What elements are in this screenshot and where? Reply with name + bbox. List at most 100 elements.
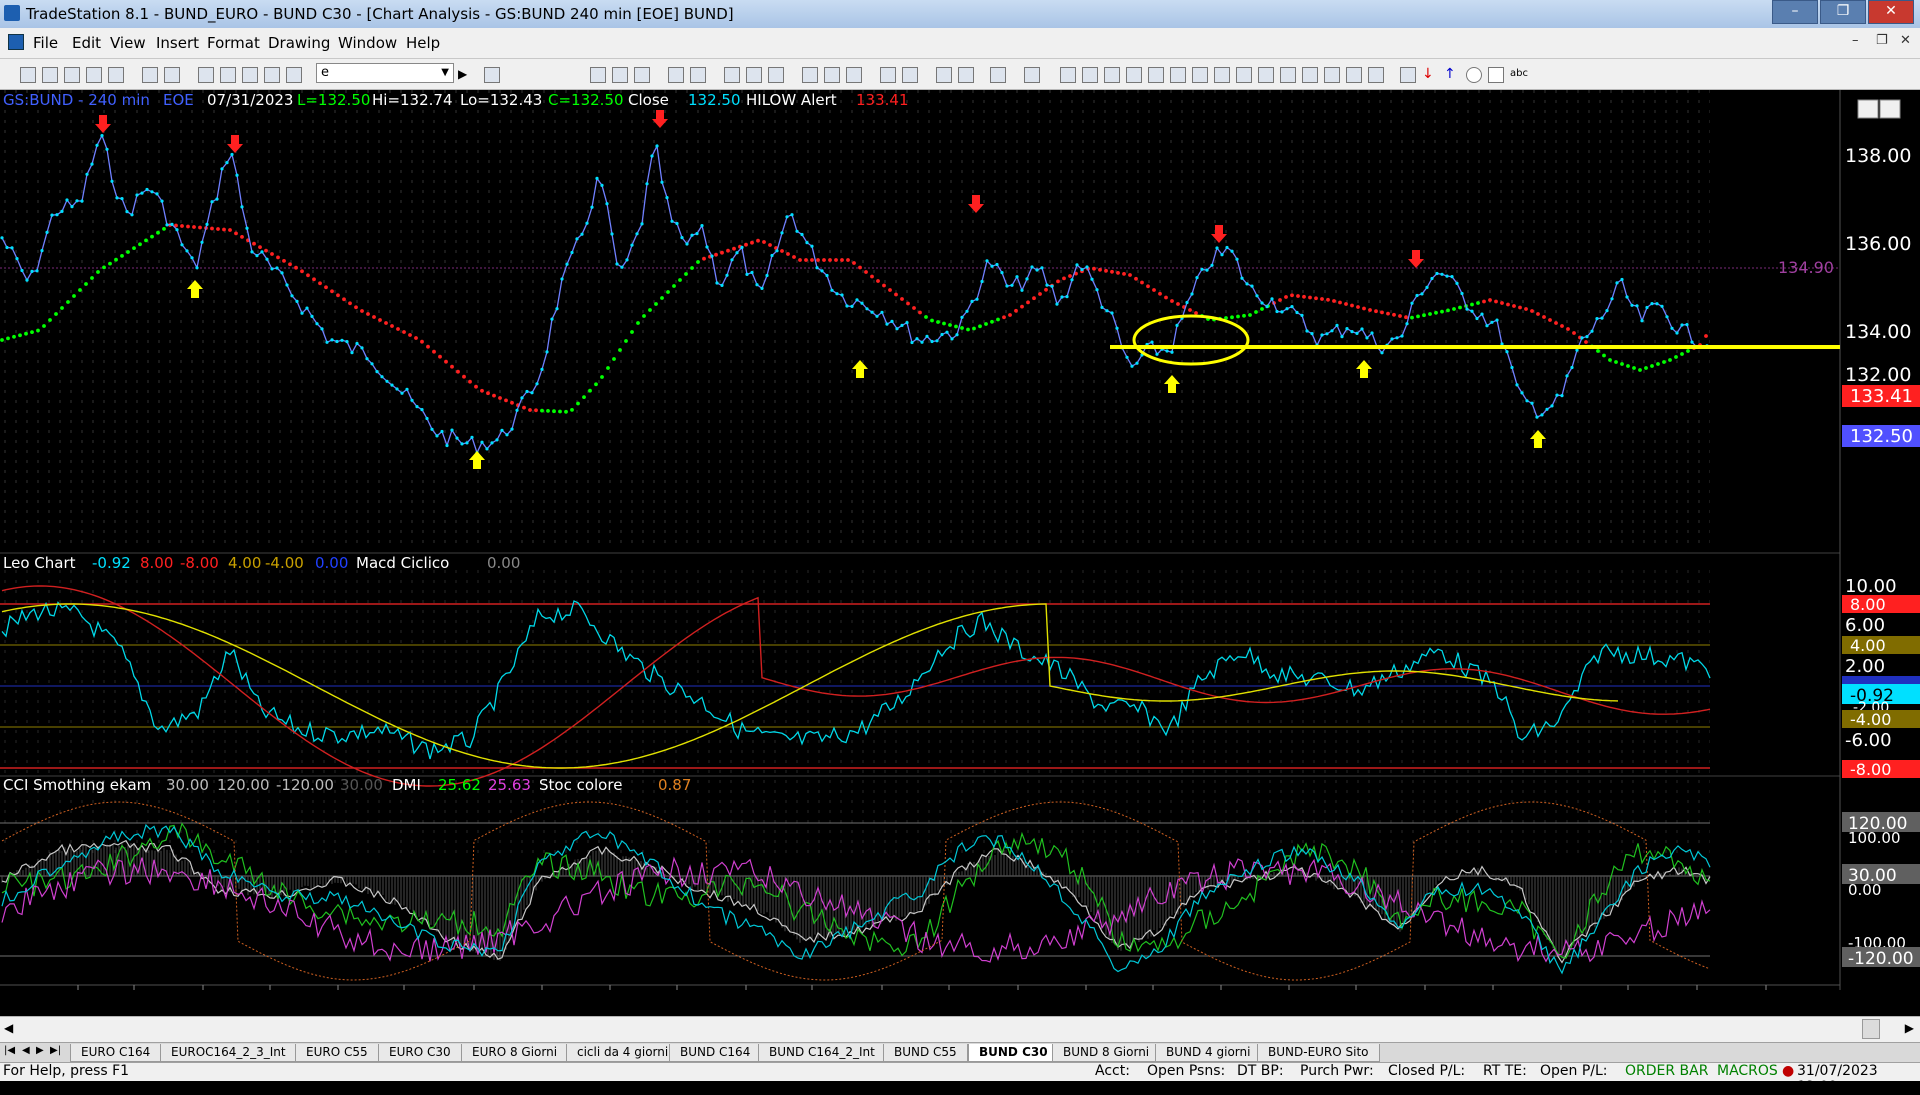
mdi-close-button[interactable]: ✕ xyxy=(1900,33,1911,48)
data-window-icon[interactable] xyxy=(1024,67,1040,83)
scroll-right-arrow-icon[interactable]: ▶ xyxy=(1905,1021,1914,1035)
menu-format[interactable]: Format xyxy=(207,34,260,52)
cursor-icon[interactable] xyxy=(936,67,952,83)
bar-spacing-icon[interactable] xyxy=(846,67,862,83)
strategy-icon[interactable] xyxy=(264,67,280,83)
channel-icon[interactable] xyxy=(1258,67,1274,83)
andrews-pitchfork-icon[interactable] xyxy=(1214,67,1230,83)
curve-icon[interactable] xyxy=(1400,67,1416,83)
mdi-minimize-button[interactable]: – xyxy=(1852,33,1859,48)
table-icon[interactable] xyxy=(634,67,650,83)
ma-dot xyxy=(384,321,388,325)
pencil-icon[interactable] xyxy=(1324,67,1340,83)
pane-minimize-button[interactable] xyxy=(1857,99,1879,119)
tab-bund-c164-2-int[interactable]: BUND C164_2_Int xyxy=(758,1044,886,1062)
menu-drawing[interactable]: Drawing xyxy=(268,34,330,52)
tab-euro-c55[interactable]: EURO C55 xyxy=(295,1044,379,1062)
zoom-search-icon[interactable] xyxy=(484,67,500,83)
chart-area[interactable]: GS:BUND - 240 min EOE 07/31/2023 L=132.5… xyxy=(0,90,1920,1017)
menu-file[interactable]: File xyxy=(33,34,58,52)
tab-bund-c30[interactable]: BUND C30 xyxy=(968,1044,1059,1062)
mdi-restore-button[interactable]: ❐ xyxy=(1876,33,1888,48)
speedline-icon[interactable] xyxy=(1148,67,1164,83)
horizontal-line-icon[interactable] xyxy=(1280,67,1296,83)
menu-insert[interactable]: Insert xyxy=(156,34,199,52)
trendline-icon[interactable] xyxy=(1060,67,1076,83)
matrix-icon[interactable] xyxy=(768,67,784,83)
tab-euro-c164[interactable]: EURO C164 xyxy=(70,1044,162,1062)
horizontal-scrollbar[interactable]: ◀ ▶ xyxy=(0,1016,1920,1043)
text-icon[interactable]: abc xyxy=(1510,67,1528,81)
pen-icon[interactable] xyxy=(1368,67,1384,83)
fib-icon[interactable] xyxy=(1126,67,1142,83)
scroll-left-icon[interactable] xyxy=(802,67,818,83)
save-all-icon[interactable] xyxy=(108,67,124,83)
menu-window[interactable]: Window xyxy=(338,34,397,52)
menu-view[interactable]: View xyxy=(110,34,146,52)
close-button[interactable]: ✕ xyxy=(1868,0,1914,24)
indicator-icon[interactable] xyxy=(668,67,684,83)
horizontal-lines-icon[interactable] xyxy=(1104,67,1120,83)
arc-drawing-icon[interactable] xyxy=(1346,67,1362,83)
price-dot xyxy=(1600,316,1604,320)
menu-help[interactable]: Help xyxy=(406,34,440,52)
tab-euroc164-2-3-int[interactable]: EUROC164_2_3_Int xyxy=(160,1044,297,1062)
print-icon[interactable] xyxy=(142,67,158,83)
ellipse-icon[interactable] xyxy=(1466,67,1482,83)
hand-icon[interactable] xyxy=(958,67,974,83)
radar-icon[interactable] xyxy=(746,67,762,83)
down-arrow-icon[interactable]: ↓ xyxy=(1422,67,1436,81)
menu-edit[interactable]: Edit xyxy=(72,34,101,52)
tab-euro-c30[interactable]: EURO C30 xyxy=(378,1044,462,1062)
tab-cicli-da-4-giorni[interactable]: cicli da 4 giorni xyxy=(566,1044,680,1062)
regression-icon[interactable] xyxy=(1192,67,1208,83)
window-cascade-icon[interactable] xyxy=(198,67,214,83)
maximize-button[interactable]: ❐ xyxy=(1820,0,1866,24)
vertical-lines-icon[interactable] xyxy=(1082,67,1098,83)
tab-nav-last-icon[interactable]: ▶| xyxy=(50,1045,61,1056)
strategy-insert-icon[interactable] xyxy=(690,67,706,83)
chart-analysis-icon[interactable] xyxy=(724,67,740,83)
new-icon[interactable] xyxy=(20,67,36,83)
lock-icon[interactable] xyxy=(242,67,258,83)
scroll-thumb[interactable] xyxy=(1862,1019,1880,1039)
pivot-line-value: 134.90 xyxy=(1778,258,1834,277)
rectangle-icon[interactable] xyxy=(1488,67,1504,83)
workspace-icon[interactable] xyxy=(86,67,102,83)
tab-bund-c55[interactable]: BUND C55 xyxy=(883,1044,968,1062)
sub1-name2: Macd Ciclico xyxy=(356,554,449,572)
print-preview-icon[interactable] xyxy=(164,67,180,83)
zoom-out-icon[interactable] xyxy=(902,67,918,83)
symbol-combo[interactable]: e ▼ xyxy=(316,63,454,83)
tab-nav-first-icon[interactable]: |◀ xyxy=(4,1045,15,1056)
tab-bund-8-giorni[interactable]: BUND 8 Giorni xyxy=(1052,1044,1161,1062)
status-order-bar[interactable]: ORDER BAR xyxy=(1625,1063,1708,1079)
tools-icon[interactable] xyxy=(990,67,1006,83)
tab-bund-4-giorni[interactable]: BUND 4 giorni xyxy=(1155,1044,1262,1062)
tab-bund-euro-sito[interactable]: BUND-EURO Sito xyxy=(1257,1044,1380,1062)
up-arrow-icon[interactable]: ↑ xyxy=(1444,67,1458,81)
time-zones-icon[interactable] xyxy=(1236,67,1252,83)
pane-restore-button[interactable] xyxy=(1879,99,1901,119)
open-icon[interactable] xyxy=(42,67,58,83)
tab-euro-8-giorni[interactable]: EURO 8 Giorni xyxy=(461,1044,569,1062)
ma-dot xyxy=(138,242,142,247)
scroll-right-icon[interactable] xyxy=(824,67,840,83)
tab-nav-next-icon[interactable]: ▶ xyxy=(36,1045,44,1056)
gann-fan-icon[interactable] xyxy=(1170,67,1186,83)
arc-icon[interactable] xyxy=(1302,67,1318,83)
minimize-button[interactable]: – xyxy=(1772,0,1818,24)
line-chart-icon[interactable] xyxy=(612,67,628,83)
zoom-in-icon[interactable] xyxy=(880,67,896,83)
bar-chart-icon[interactable] xyxy=(590,67,606,83)
globe-icon[interactable] xyxy=(286,67,302,83)
tab-nav-prev-icon[interactable]: ◀ xyxy=(22,1045,30,1056)
play-icon[interactable]: ▶ xyxy=(458,67,472,81)
status-macros[interactable]: MACROS xyxy=(1717,1063,1778,1079)
save-icon[interactable] xyxy=(64,67,80,83)
tab-bund-c164[interactable]: BUND C164 xyxy=(669,1044,762,1062)
price-dot xyxy=(955,333,959,337)
price-dot xyxy=(1330,329,1334,333)
window-tile-icon[interactable] xyxy=(220,67,236,83)
scroll-left-arrow-icon[interactable]: ◀ xyxy=(4,1021,13,1035)
